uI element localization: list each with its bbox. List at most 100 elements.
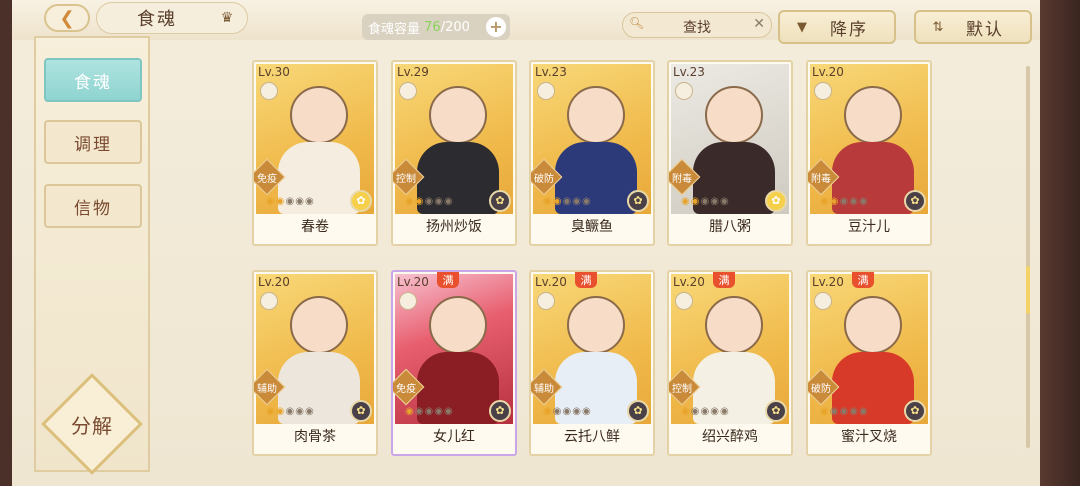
food-soul-name: 肉骨茶 [294,429,336,445]
full-badge: 满 [713,272,735,288]
element-icon [675,292,693,310]
role-tag-label: 破防 [534,174,554,185]
search-icon: 🔍︎ [629,16,645,30]
role-tag-label: 辅助 [534,384,554,395]
sort-mode-button[interactable]: ⇅ 默认 [914,10,1032,44]
food-soul-name: 春卷 [301,219,329,235]
decompose-label: 分解 [71,414,113,438]
star-icon: ◉ [443,406,454,417]
food-soul-name: 腊八粥 [709,219,751,235]
star-icon: ◉ [572,406,582,417]
capacity-current: 76 [424,19,441,35]
food-soul-card[interactable]: Lv.20 满控制 ◉◉◉◉◉ ✿ 绍兴醉鸡 [667,270,793,456]
star-rating: ◉◉◉◉◉ [820,196,869,207]
back-arrow-icon: ❮ [59,7,75,29]
star-rating: ◉◉◉◉◉ [266,406,315,417]
quality-badge-icon: ✿ [765,190,787,212]
star-icon: ◉ [681,196,691,207]
star-rating: ◉◉◉◉◉ [405,196,454,207]
food-soul-name: 女儿红 [433,429,475,445]
sidebar-item-food-soul[interactable]: 食魂 [44,58,142,102]
sort-order-button[interactable]: ▼ 降序 [778,10,896,44]
quality-badge-icon: ✿ [904,400,926,422]
star-icon: ◉ [858,196,869,207]
star-icon: ◉ [434,406,444,417]
star-icon: ◉ [719,406,730,417]
capacity-label: 食魂容量 [368,21,421,37]
character-portrait [429,296,487,354]
sidebar-item-tokens[interactable]: 信物 [44,184,142,228]
quality-badge-icon: ✿ [350,400,372,422]
food-soul-card[interactable]: Lv.20 满破防 ◉◉◉◉◉ ✿ 蜜汁叉烧 [806,270,932,456]
crown-icon[interactable]: ♛ [216,10,238,26]
star-icon: ◉ [434,196,444,207]
level-label: Lv.20 [812,275,844,289]
star-icon: ◉ [295,196,305,207]
character-portrait [567,296,625,354]
scrollbar-track[interactable] [1026,66,1030,448]
star-icon: ◉ [543,196,553,207]
food-soul-card[interactable]: Lv.29 控制 ◉◉◉◉◉ ✿ 扬州炒饭 [391,60,517,246]
food-soul-card[interactable]: Lv.20 满辅助 ◉◉◉◉◉ ✿ 云托八鲜 [529,270,655,456]
quality-badge-icon: ✿ [627,400,649,422]
character-portrait [290,296,348,354]
food-soul-card[interactable]: Lv.20 满免疫 ◉◉◉◉◉ ✿ 女儿红 [391,270,517,456]
sidebar-item-conditioning[interactable]: 调理 [44,120,142,164]
element-icon [675,82,693,100]
star-icon: ◉ [700,406,711,417]
quality-badge-icon: ✿ [489,400,511,422]
element-icon [814,82,832,100]
star-icon: ◉ [295,406,305,417]
star-rating: ◉◉◉◉◉ [266,196,315,207]
food-soul-card[interactable]: Lv.20 辅助 ◉◉◉◉◉ ✿ 肉骨茶 [252,270,378,456]
star-rating: ◉◉◉◉◉ [820,406,869,417]
add-capacity-button[interactable]: + [486,17,506,37]
food-soul-name: 扬州炒饭 [426,219,482,235]
star-icon: ◉ [829,196,840,207]
role-tag-label: 控制 [396,174,416,185]
scrollbar-thumb[interactable] [1026,266,1030,314]
star-icon: ◉ [572,196,582,207]
star-rating: ◉◉◉◉◉ [681,406,730,417]
star-icon: ◉ [414,196,425,207]
star-icon: ◉ [562,196,573,207]
level-label: Lv.29 [397,65,429,79]
level-label: Lv.20 [535,275,567,289]
character-portrait [429,86,487,144]
element-icon [260,82,278,100]
quality-badge-icon: ✿ [489,190,511,212]
sort-order-label: 降序 [830,19,868,40]
food-soul-card[interactable]: Lv.23 破防 ◉◉◉◉◉ ✿ 臭鳜鱼 [529,60,655,246]
role-tag-label: 辅助 [257,384,277,395]
character-portrait [567,86,625,144]
role-tag-label: 破防 [811,384,831,395]
food-soul-name: 蜜汁叉烧 [841,429,897,445]
sidebar: 食魂 调理 信物 分解 [34,36,150,475]
food-soul-card[interactable]: Lv.23 附毒 ◉◉◉◉◉ ✿ 腊八粥 [667,60,793,246]
level-label: Lv.23 [673,65,705,79]
search-box[interactable]: 🔍︎ 查找 ✕ [622,12,772,38]
food-soul-card[interactable]: Lv.30 免疫 ◉◉◉◉◉ ✿ 春卷 [252,60,378,246]
sort-mode-label: 默认 [966,19,1004,40]
back-button[interactable]: ❮ [44,4,90,32]
star-icon: ◉ [424,406,435,417]
clear-icon[interactable]: ✕ [753,16,765,32]
role-tag-label: 免疫 [396,384,416,395]
star-icon: ◉ [849,196,859,207]
element-icon [260,292,278,310]
full-badge: 满 [575,272,597,288]
star-icon: ◉ [710,406,720,417]
star-icon: ◉ [581,406,592,417]
star-icon: ◉ [552,196,563,207]
star-icon: ◉ [266,406,276,417]
frame-left [0,0,12,486]
level-label: Lv.23 [535,65,567,79]
food-soul-name: 臭鳜鱼 [571,219,613,235]
star-icon: ◉ [543,406,553,417]
star-icon: ◉ [405,196,415,207]
character-portrait [844,86,902,144]
level-label: Lv.30 [258,65,290,79]
search-label: 查找 [683,20,711,36]
star-icon: ◉ [266,196,276,207]
food-soul-card[interactable]: Lv.20 附毒 ◉◉◉◉◉ ✿ 豆汁儿 [806,60,932,246]
